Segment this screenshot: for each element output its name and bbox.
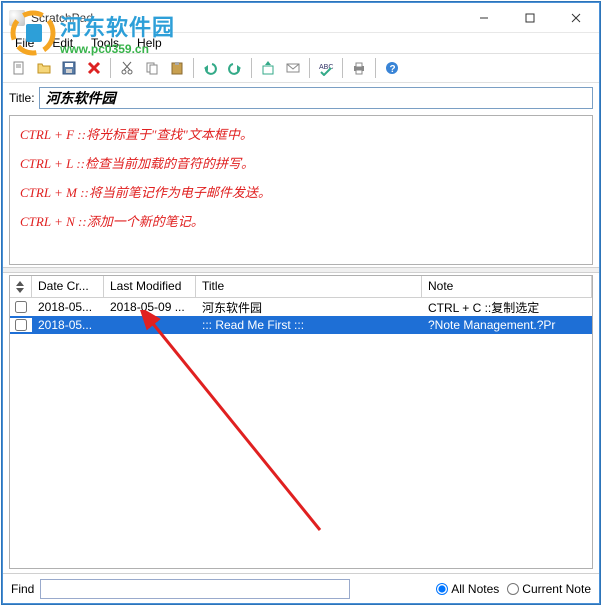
row-checkbox[interactable] (15, 301, 27, 313)
menu-edit[interactable]: Edit (44, 34, 81, 52)
toolbar-separator (193, 58, 194, 78)
paste-button[interactable] (165, 56, 189, 80)
row-checkbox-cell[interactable] (10, 318, 32, 332)
cell-modified: 2018-05-09 ... (104, 299, 196, 315)
cell-title: ::: Read Me First ::: (196, 317, 422, 333)
cell-modified (104, 324, 196, 326)
svg-text:?: ? (390, 64, 396, 75)
cell-note: ?Note Management.?Pr (422, 317, 592, 333)
cell-created: 2018-05... (32, 317, 104, 333)
cut-button[interactable] (115, 56, 139, 80)
undo-button[interactable] (198, 56, 222, 80)
toolbar-separator (309, 58, 310, 78)
editor-line: CTRL + L ::检查当前加载的音符的拼写。 (20, 153, 582, 172)
find-label: Find (11, 582, 34, 596)
menu-help[interactable]: Help (129, 34, 170, 52)
radio-all-notes-input[interactable] (436, 583, 448, 595)
email-button[interactable] (281, 56, 305, 80)
cell-created: 2018-05... (32, 299, 104, 315)
editor-line: CTRL + F ::将光标置于"查找"文本框中。 (20, 124, 582, 143)
toolbar-separator (251, 58, 252, 78)
column-header-modified[interactable]: Last Modified (104, 276, 196, 297)
annotation-arrow (140, 310, 340, 540)
cell-note: CTRL + C ::复制选定 (422, 298, 592, 317)
app-window: ScratchPad File Edit Tools Help (2, 2, 600, 604)
redo-button[interactable] (223, 56, 247, 80)
row-checkbox-cell[interactable] (10, 300, 32, 314)
radio-all-notes-label: All Notes (451, 582, 499, 596)
spellcheck-button[interactable]: ABC (314, 56, 338, 80)
title-input[interactable] (39, 87, 593, 109)
row-checkbox[interactable] (15, 319, 27, 331)
notes-list: Date Cr... Last Modified Title Note 2018… (9, 275, 593, 569)
copy-button[interactable] (140, 56, 164, 80)
toolbar-separator (342, 58, 343, 78)
column-header-title[interactable]: Title (196, 276, 422, 297)
app-icon (9, 10, 25, 26)
window-title: ScratchPad (31, 11, 461, 25)
toolbar-separator (110, 58, 111, 78)
radio-current-note[interactable]: Current Note (507, 582, 591, 596)
print-button[interactable] (347, 56, 371, 80)
new-note-button[interactable] (7, 56, 31, 80)
titlebar: ScratchPad (3, 3, 599, 33)
menubar: File Edit Tools Help (3, 33, 599, 53)
editor-line: CTRL + M ::将当前笔记作为电子邮件发送。 (20, 182, 582, 201)
title-label: Title: (9, 91, 35, 105)
menu-file[interactable]: File (7, 34, 42, 52)
editor-line: CTRL + N ::添加一个新的笔记。 (20, 211, 582, 230)
column-header-created[interactable]: Date Cr... (32, 276, 104, 297)
note-editor[interactable]: CTRL + F ::将光标置于"查找"文本框中。CTRL + L ::检查当前… (9, 115, 593, 265)
import-button[interactable] (256, 56, 280, 80)
radio-all-notes[interactable]: All Notes (436, 582, 499, 596)
find-bar: Find All Notes Current Note (3, 573, 599, 603)
column-header-note[interactable]: Note (422, 276, 592, 297)
radio-current-note-label: Current Note (522, 582, 591, 596)
toolbar-separator (375, 58, 376, 78)
cell-title: 河东软件园 (196, 298, 422, 317)
table-row[interactable]: 2018-05...::: Read Me First :::?Note Man… (10, 316, 592, 334)
maximize-button[interactable] (507, 3, 553, 33)
save-button[interactable] (57, 56, 81, 80)
column-header-checkbox[interactable] (10, 276, 32, 297)
open-button[interactable] (32, 56, 56, 80)
table-row[interactable]: 2018-05...2018-05-09 ...河东软件园CTRL + C ::… (10, 298, 592, 316)
close-button[interactable] (553, 3, 599, 33)
svg-text:ABC: ABC (319, 64, 333, 71)
delete-button[interactable] (82, 56, 106, 80)
minimize-button[interactable] (461, 3, 507, 33)
title-row: Title: (3, 83, 599, 113)
help-button[interactable]: ? (380, 56, 404, 80)
radio-current-note-input[interactable] (507, 583, 519, 595)
list-body: 2018-05...2018-05-09 ...河东软件园CTRL + C ::… (10, 298, 592, 568)
horizontal-splitter[interactable] (3, 267, 599, 273)
menu-tools[interactable]: Tools (83, 34, 127, 52)
toolbar: ABC ? (3, 53, 599, 83)
list-header: Date Cr... Last Modified Title Note (10, 276, 592, 298)
find-input[interactable] (40, 579, 350, 599)
